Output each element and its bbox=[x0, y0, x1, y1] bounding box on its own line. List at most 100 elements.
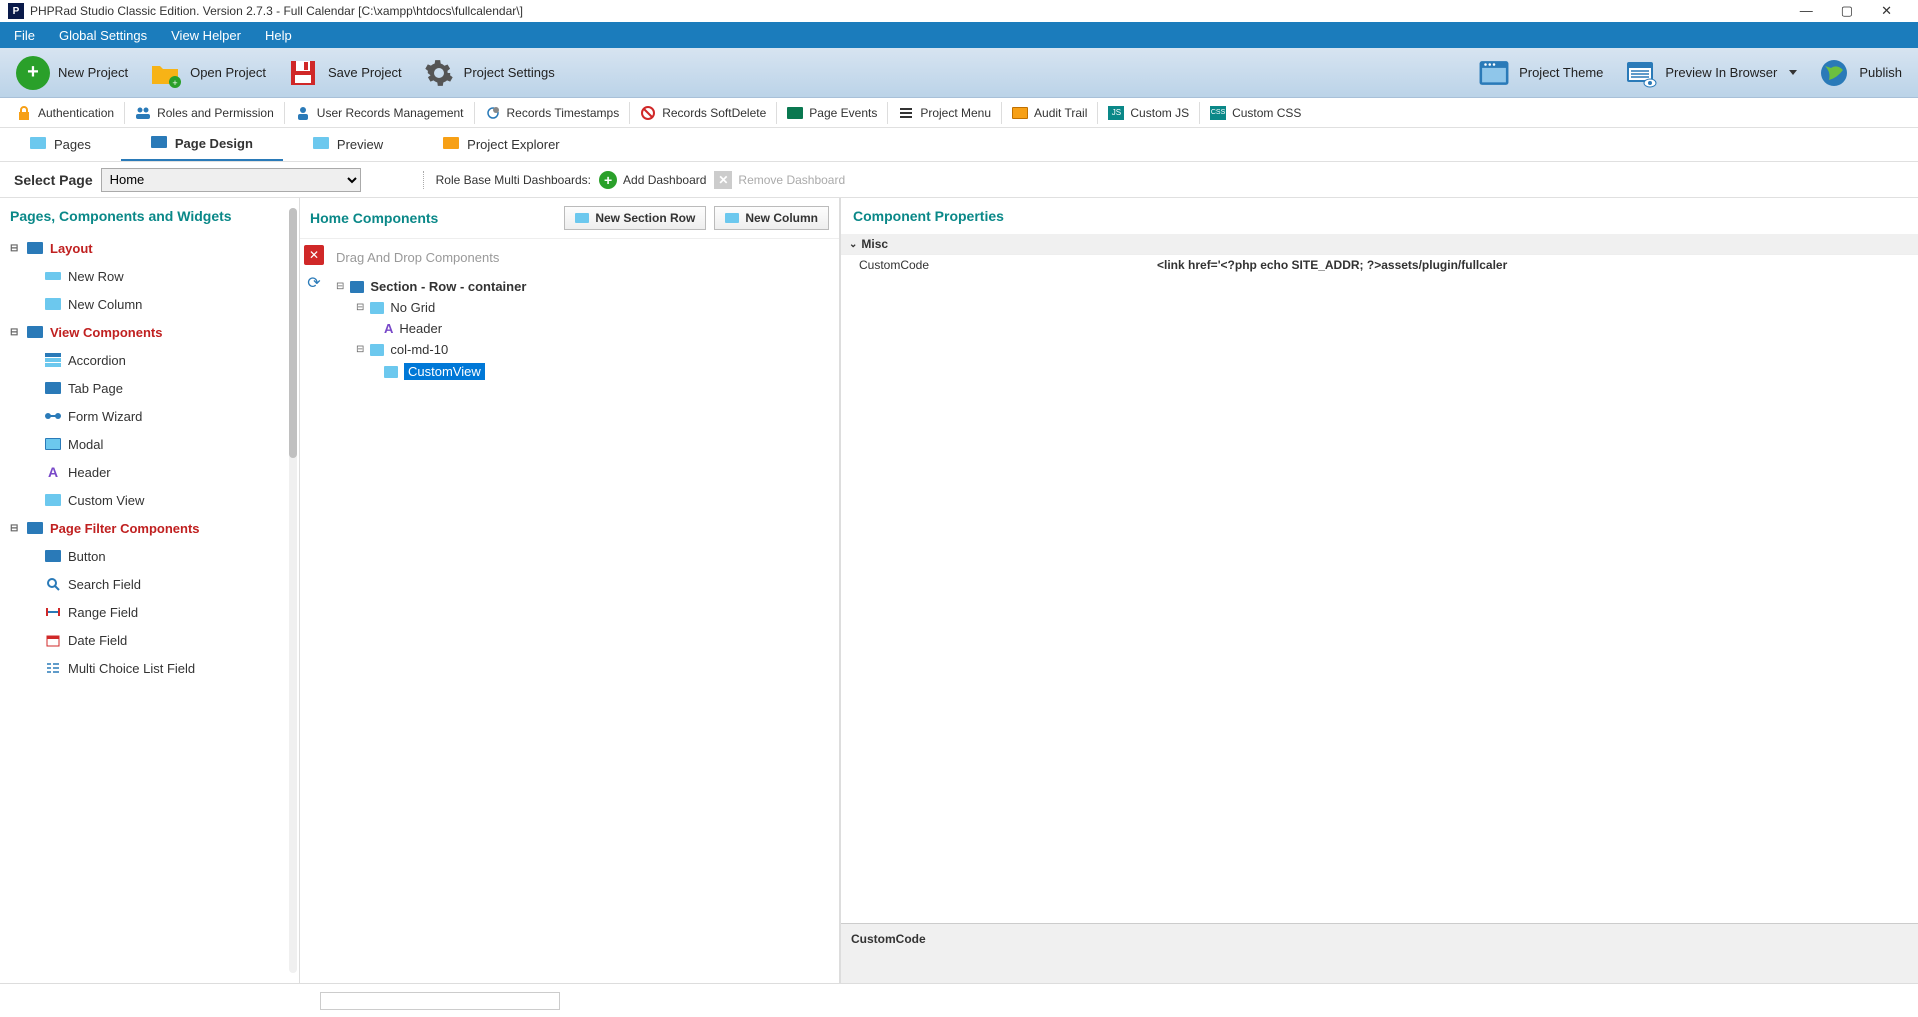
pages-icon bbox=[30, 137, 46, 153]
save-project-button[interactable]: Save Project bbox=[276, 52, 412, 94]
section-icon bbox=[350, 281, 364, 293]
property-row-customcode[interactable]: CustomCode <link href='<?php echo SITE_A… bbox=[841, 254, 1918, 275]
audit-trail-label: Audit Trail bbox=[1034, 106, 1087, 120]
page-events-button[interactable]: Page Events bbox=[777, 102, 888, 124]
home-components-title: Home Components bbox=[310, 210, 556, 226]
project-menu-button[interactable]: Project Menu bbox=[888, 102, 1002, 124]
collapse-icon: ⊟ bbox=[10, 523, 20, 534]
project-settings-label: Project Settings bbox=[464, 65, 555, 80]
item-date-field[interactable]: Date Field bbox=[44, 626, 289, 654]
project-settings-button[interactable]: Project Settings bbox=[412, 52, 565, 94]
select-page-label: Select Page bbox=[14, 172, 93, 188]
folder-open-icon: + bbox=[148, 56, 182, 90]
header-icon: A bbox=[384, 321, 393, 336]
collapse-icon: ⊟ bbox=[356, 302, 364, 313]
item-custom-view[interactable]: Custom View bbox=[44, 486, 289, 514]
tabpage-icon bbox=[44, 380, 62, 396]
minimize-button[interactable]: — bbox=[1800, 3, 1813, 19]
new-section-row-button[interactable]: New Section Row bbox=[564, 206, 706, 230]
tab-pages[interactable]: Pages bbox=[0, 128, 121, 161]
property-value[interactable]: <link href='<?php echo SITE_ADDR; ?>asse… bbox=[1151, 255, 1918, 275]
menu-view-helper[interactable]: View Helper bbox=[171, 28, 241, 43]
menu-file[interactable]: File bbox=[14, 28, 35, 43]
preview-browser-button[interactable]: Preview In Browser bbox=[1613, 52, 1807, 94]
column-icon bbox=[725, 213, 739, 223]
tree-node-nogrid[interactable]: ⊟ No Grid bbox=[336, 297, 831, 318]
theme-icon bbox=[1477, 56, 1511, 90]
menu-help[interactable]: Help bbox=[265, 28, 292, 43]
tab-page-design[interactable]: Page Design bbox=[121, 128, 283, 161]
custom-css-button[interactable]: CSS Custom CSS bbox=[1200, 102, 1311, 124]
category-view-components-label: View Components bbox=[50, 325, 162, 340]
range-icon bbox=[44, 604, 62, 620]
scrollbar-thumb[interactable] bbox=[289, 208, 297, 458]
drag-drop-placeholder: Drag And Drop Components bbox=[336, 247, 831, 268]
tree-node-section[interactable]: ⊟ Section - Row - container bbox=[336, 276, 831, 297]
roles-permission-button[interactable]: Roles and Permission bbox=[125, 102, 285, 124]
row-icon bbox=[44, 268, 62, 284]
refresh-button[interactable]: ⟳ bbox=[304, 273, 324, 293]
category-layout[interactable]: ⊟ Layout bbox=[10, 234, 289, 262]
item-header[interactable]: AHeader bbox=[44, 458, 289, 486]
new-project-button[interactable]: + New Project bbox=[6, 52, 138, 94]
category-view-components[interactable]: ⊟ View Components bbox=[10, 318, 289, 346]
category-page-filter[interactable]: ⊟ Page Filter Components bbox=[10, 514, 289, 542]
category-page-filter-label: Page Filter Components bbox=[50, 521, 200, 536]
item-modal[interactable]: Modal bbox=[44, 430, 289, 458]
tab-preview[interactable]: Preview bbox=[283, 128, 413, 161]
save-icon bbox=[286, 56, 320, 90]
user-records-button[interactable]: User Records Management bbox=[285, 102, 475, 124]
preview-icon bbox=[1623, 56, 1657, 90]
select-page-dropdown[interactable]: Home bbox=[101, 168, 361, 192]
tree-node-customview[interactable]: CustomView bbox=[336, 360, 831, 383]
open-project-button[interactable]: + Open Project bbox=[138, 52, 276, 94]
item-form-wizard[interactable]: Form Wizard bbox=[44, 402, 289, 430]
records-softdelete-button[interactable]: Records SoftDelete bbox=[630, 102, 777, 124]
components-panel: Pages, Components and Widgets ⊟ Layout N… bbox=[0, 198, 300, 983]
main-workspace: Pages, Components and Widgets ⊟ Layout N… bbox=[0, 198, 1918, 983]
records-timestamps-button[interactable]: Records Timestamps bbox=[475, 102, 631, 124]
page-design-icon bbox=[151, 136, 167, 152]
maximize-button[interactable]: ▢ bbox=[1841, 3, 1853, 19]
tree-node-colmd10[interactable]: ⊟ col-md-10 bbox=[336, 339, 831, 360]
grid-icon bbox=[370, 302, 384, 314]
property-description: CustomCode bbox=[841, 923, 1918, 983]
authentication-button[interactable]: Authentication bbox=[6, 102, 125, 124]
publish-button[interactable]: Publish bbox=[1807, 52, 1912, 94]
new-column-button[interactable]: New Column bbox=[714, 206, 829, 230]
close-button[interactable]: ✕ bbox=[1881, 3, 1892, 19]
menu-global-settings[interactable]: Global Settings bbox=[59, 28, 147, 43]
item-multi-choice[interactable]: Multi Choice List Field bbox=[44, 654, 289, 682]
svg-text:+: + bbox=[172, 78, 177, 88]
custom-js-label: Custom JS bbox=[1130, 106, 1189, 120]
item-new-row[interactable]: New Row bbox=[44, 262, 289, 290]
header-icon: A bbox=[44, 464, 62, 480]
item-button[interactable]: Button bbox=[44, 542, 289, 570]
customview-icon bbox=[384, 366, 398, 378]
delete-component-button[interactable]: ✕ bbox=[304, 245, 324, 265]
chevron-down-icon: ⌄ bbox=[849, 239, 857, 250]
app-logo-icon: P bbox=[8, 3, 24, 19]
remove-dashboard-button[interactable]: ✕ Remove Dashboard bbox=[714, 171, 845, 189]
item-range-field[interactable]: Range Field bbox=[44, 598, 289, 626]
project-theme-button[interactable]: Project Theme bbox=[1467, 52, 1613, 94]
tab-project-explorer[interactable]: Project Explorer bbox=[413, 128, 589, 161]
property-category-misc[interactable]: ⌄ Misc bbox=[841, 234, 1918, 254]
item-search-field[interactable]: Search Field bbox=[44, 570, 289, 598]
properties-panel: Component Properties ⌄ Misc CustomCode <… bbox=[840, 198, 1918, 983]
new-project-label: New Project bbox=[58, 65, 128, 80]
add-dashboard-button[interactable]: + Add Dashboard bbox=[599, 171, 706, 189]
collapse-icon: ⊟ bbox=[336, 281, 344, 292]
properties-title: Component Properties bbox=[841, 198, 1918, 234]
events-icon bbox=[787, 105, 803, 121]
item-accordion[interactable]: Accordion bbox=[44, 346, 289, 374]
plus-icon: + bbox=[16, 56, 50, 90]
x-square-icon: ✕ bbox=[714, 171, 732, 189]
item-new-column[interactable]: New Column bbox=[44, 290, 289, 318]
custom-js-button[interactable]: JS Custom JS bbox=[1098, 102, 1200, 124]
item-tab-page[interactable]: Tab Page bbox=[44, 374, 289, 402]
tree-node-header[interactable]: A Header bbox=[336, 318, 831, 339]
main-tabs: Pages Page Design Preview Project Explor… bbox=[0, 128, 1918, 162]
audit-trail-button[interactable]: Audit Trail bbox=[1002, 102, 1098, 124]
filter-icon bbox=[26, 520, 44, 536]
